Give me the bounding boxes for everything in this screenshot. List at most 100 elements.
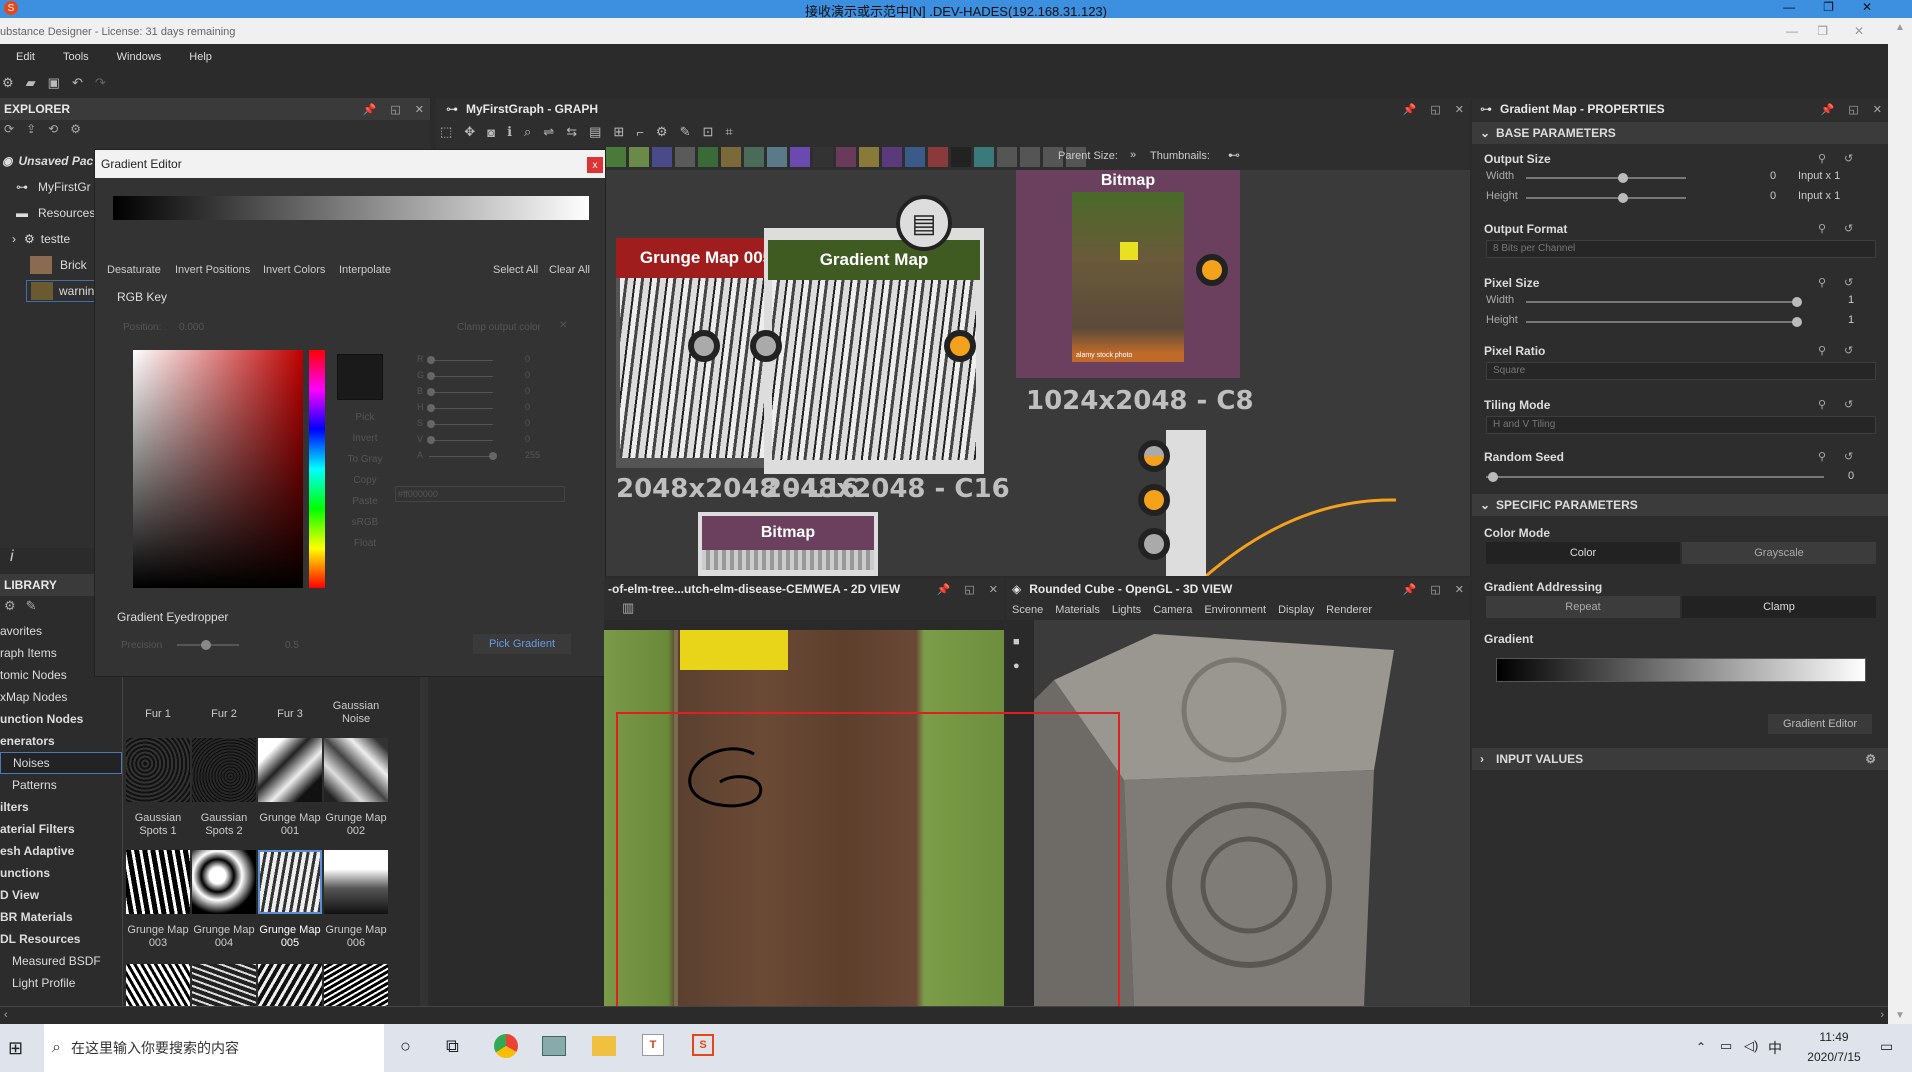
position-value[interactable]: 0.000 bbox=[179, 322, 204, 333]
library-category[interactable]: aterial Filters bbox=[0, 818, 122, 840]
pin-icon[interactable]: 📌 bbox=[937, 583, 951, 596]
save-icon[interactable]: ▣ bbox=[48, 75, 60, 91]
color-action-button[interactable]: Copy bbox=[345, 475, 385, 486]
file-explorer-icon[interactable] bbox=[592, 1036, 616, 1056]
gradient-preview-bar[interactable] bbox=[113, 196, 589, 220]
library-category[interactable]: enerators bbox=[0, 730, 122, 752]
task-view-icon[interactable]: ⧉ bbox=[446, 1036, 459, 1057]
close-icon[interactable]: x bbox=[587, 157, 603, 173]
output-port[interactable] bbox=[944, 330, 976, 362]
menu-lights[interactable]: Lights bbox=[1112, 604, 1141, 616]
channel-slider[interactable] bbox=[429, 456, 493, 457]
app-close-icon[interactable]: ✕ bbox=[1854, 24, 1864, 38]
menu-help[interactable]: Help bbox=[189, 51, 212, 63]
channel-knob[interactable] bbox=[427, 420, 435, 428]
thumb-grunge-map-004[interactable] bbox=[192, 850, 256, 914]
close-icon[interactable]: ✕ bbox=[1455, 583, 1464, 596]
addressing-clamp-button[interactable]: Clamp bbox=[1682, 596, 1876, 618]
color-action-button[interactable]: Pick bbox=[345, 412, 385, 423]
thumb-grunge-map-002[interactable] bbox=[324, 738, 388, 802]
light-bulb-icon[interactable]: ● bbox=[1013, 660, 1020, 672]
pin-icon[interactable]: 📌 bbox=[363, 103, 377, 116]
tree-item-testte[interactable]: › ⚙ testte bbox=[12, 228, 70, 250]
restore-icon[interactable]: ❐ bbox=[1823, 0, 1834, 14]
channel-slider[interactable] bbox=[429, 360, 493, 361]
gradient-preview[interactable] bbox=[1496, 658, 1866, 682]
tree-item-graph[interactable]: ⊶ MyFirstGr bbox=[16, 176, 91, 198]
precision-knob[interactable] bbox=[201, 640, 211, 650]
gradient-editor-button[interactable]: Gradient Editor bbox=[1768, 714, 1872, 734]
library-category[interactable]: Patterns bbox=[0, 774, 122, 796]
output-height-slider[interactable] bbox=[1526, 197, 1686, 199]
clock-time[interactable]: 11:49 bbox=[1804, 1030, 1864, 1044]
pixel-height-slider[interactable] bbox=[1526, 321, 1798, 323]
thumb-grunge-map-005[interactable] bbox=[258, 850, 322, 914]
pixel-height-knob[interactable] bbox=[1792, 317, 1802, 327]
desaturate-button[interactable]: Desaturate bbox=[107, 264, 161, 276]
window-app-icon[interactable] bbox=[542, 1036, 566, 1056]
input-port[interactable] bbox=[1138, 484, 1170, 516]
tree-item-brick[interactable]: Brick bbox=[30, 254, 87, 276]
library-category[interactable]: ilters bbox=[0, 796, 122, 818]
hex-color-input[interactable]: #ff000000 bbox=[395, 486, 565, 502]
library-category[interactable]: Measured BSDF bbox=[0, 950, 122, 972]
thumb-gaussian-spots-2[interactable] bbox=[192, 738, 256, 802]
close-icon[interactable]: ✕ bbox=[989, 583, 998, 596]
library-category[interactable]: Light Profile bbox=[0, 972, 122, 994]
thumb-grunge-map-006[interactable] bbox=[324, 850, 388, 914]
library-category[interactable]: xMap Nodes bbox=[0, 686, 122, 708]
pixel-width-knob[interactable] bbox=[1792, 297, 1802, 307]
float-icon[interactable]: ◱ bbox=[390, 103, 400, 116]
minimize-icon[interactable]: — bbox=[1783, 0, 1795, 14]
undo-icon[interactable]: ↶ bbox=[72, 75, 83, 91]
color-picker-square[interactable] bbox=[133, 350, 303, 588]
settings-icon[interactable]: ⚙ bbox=[70, 122, 81, 144]
pin-icon[interactable]: 📌 bbox=[1403, 583, 1417, 596]
windows-start-icon[interactable]: ⊞ bbox=[8, 1038, 23, 1059]
invert-colors-button[interactable]: Invert Colors bbox=[263, 264, 325, 276]
ime-indicator[interactable]: 中 bbox=[1768, 1038, 1782, 1058]
new-package-icon[interactable]: ⚙ bbox=[2, 75, 14, 91]
volume-icon[interactable]: ◁) bbox=[1744, 1038, 1758, 1054]
float-icon[interactable]: ◱ bbox=[964, 583, 974, 596]
scroll-down-icon[interactable]: ▼ bbox=[1895, 1010, 1905, 1021]
edit-pencil-icon[interactable]: ✎ bbox=[26, 598, 37, 614]
reset-parameter-icon[interactable]: ↺ bbox=[1844, 276, 1853, 289]
reset-parameter-icon[interactable]: ↺ bbox=[1844, 222, 1853, 235]
float-icon[interactable]: ◱ bbox=[1430, 583, 1440, 596]
input-values-section[interactable]: › INPUT VALUES ⚙ bbox=[1472, 748, 1888, 770]
redo-icon[interactable]: ↷ bbox=[95, 75, 106, 91]
upload-icon[interactable]: ⇪ bbox=[26, 122, 36, 144]
color-mode-color-button[interactable]: Color bbox=[1486, 542, 1680, 564]
taskbar-search-box[interactable]: ⌕ 在这里输入你要搜索的内容 bbox=[44, 1024, 384, 1072]
channel-slider[interactable] bbox=[429, 424, 493, 425]
close-icon[interactable]: ✕ bbox=[415, 103, 424, 116]
float-icon[interactable]: ◱ bbox=[1848, 103, 1858, 116]
color-action-button[interactable]: sRGB bbox=[345, 517, 385, 528]
node-bitmap-2[interactable]: Bitmap bbox=[698, 512, 878, 576]
output-width-knob[interactable] bbox=[1618, 173, 1628, 183]
output-format-select[interactable]: 8 Bits per Channel bbox=[1486, 240, 1876, 258]
output-height-knob[interactable] bbox=[1618, 193, 1628, 203]
channel-slider[interactable] bbox=[429, 376, 493, 377]
thumb-grunge-map-009[interactable] bbox=[258, 964, 322, 1006]
menu-materials[interactable]: Materials bbox=[1055, 604, 1100, 616]
library-category[interactable]: Noises bbox=[0, 752, 122, 774]
expose-parameter-icon[interactable]: ⚲ bbox=[1818, 398, 1826, 411]
library-category[interactable]: DL Resources bbox=[0, 928, 122, 950]
expose-parameter-icon[interactable]: ⚲ bbox=[1818, 450, 1826, 463]
channel-knob[interactable] bbox=[427, 372, 435, 380]
chrome-icon[interactable] bbox=[494, 1034, 518, 1058]
input-port[interactable] bbox=[750, 330, 782, 362]
channel-knob[interactable] bbox=[489, 452, 497, 460]
tree-item-warning-bitmap[interactable]: warnin bbox=[26, 280, 100, 302]
channel-knob[interactable] bbox=[427, 388, 435, 396]
tray-chevron-icon[interactable]: ⌃ bbox=[1696, 1040, 1706, 1054]
tiling-mode-select[interactable]: H and V Tiling bbox=[1486, 416, 1876, 434]
horizontal-scrollbar[interactable]: ‹ › bbox=[0, 1006, 1888, 1024]
menu-windows[interactable]: Windows bbox=[117, 51, 162, 63]
input-port[interactable] bbox=[1138, 440, 1170, 472]
settings-icon[interactable]: ⚙ bbox=[1865, 752, 1876, 766]
clear-all-button[interactable]: Clear All bbox=[549, 264, 590, 276]
expose-parameter-icon[interactable]: ⚲ bbox=[1818, 276, 1826, 289]
